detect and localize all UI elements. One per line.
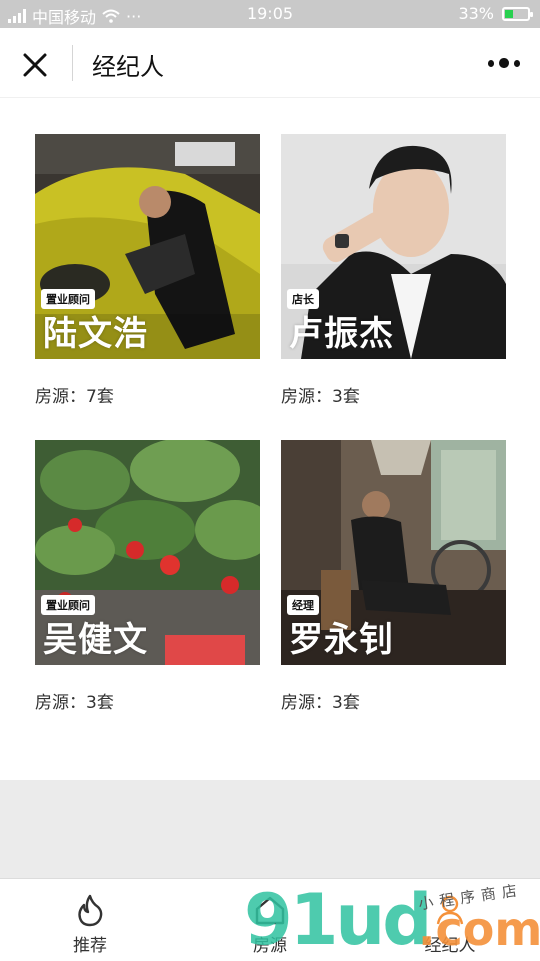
battery-icon [502,6,533,21]
house-icon [255,896,285,925]
close-icon[interactable] [18,48,52,82]
agent-listings-count: 房源：7套 [35,387,114,407]
agent-photo: 置业顾问 陆文浩 [35,134,260,359]
tab-agents[interactable]: 经纪人 [360,879,540,961]
agent-card[interactable]: 置业顾问 吴健文 房源：3套 [35,440,260,713]
tab-label: 推荐 [73,936,107,956]
agent-name: 罗永钊 [289,620,394,660]
agent-listings-count: 房源：3套 [281,387,360,407]
agent-listings-count: 房源：3套 [281,693,360,713]
tab-listings[interactable]: 房源 [180,879,360,961]
tab-label: 房源 [253,936,287,956]
tab-label: 经纪人 [424,936,476,956]
agent-name: 吴健文 [43,620,148,660]
tab-recommend[interactable]: 推荐 [0,879,180,961]
person-icon [436,895,464,925]
agent-name: 陆文浩 [43,314,148,354]
empty-area [0,780,540,878]
flame-icon [78,894,103,927]
agent-photo: 经理 罗永钊 [281,440,506,665]
page-title: 经纪人 [92,53,164,81]
status-right: 33% [458,4,533,23]
agent-photo: 店长 卢振杰 [281,134,506,359]
agent-listings-count: 房源：3套 [35,693,114,713]
battery-fill [505,9,513,18]
battery-percent: 33% [458,4,494,23]
agent-name: 卢振杰 [289,314,394,354]
agent-grid: 置业顾问 陆文浩 房源：7套 店长 卢振杰 房源：3套 置业顾问 吴健文 房源：… [0,98,540,780]
nav-divider [72,45,73,81]
tab-bar: 推荐 房源 经纪人 [0,878,540,960]
agent-card[interactable]: 店长 卢振杰 房源：3套 [281,134,506,407]
agent-card[interactable]: 经理 罗永钊 房源：3套 [281,440,506,713]
status-bar: 中国移动 ··· 19:05 33% [0,0,540,28]
more-dots-icon[interactable] [488,56,521,70]
agent-card[interactable]: 置业顾问 陆文浩 房源：7套 [35,134,260,407]
agent-photo: 置业顾问 吴健文 [35,440,260,665]
nav-bar: 经纪人 [0,28,540,98]
